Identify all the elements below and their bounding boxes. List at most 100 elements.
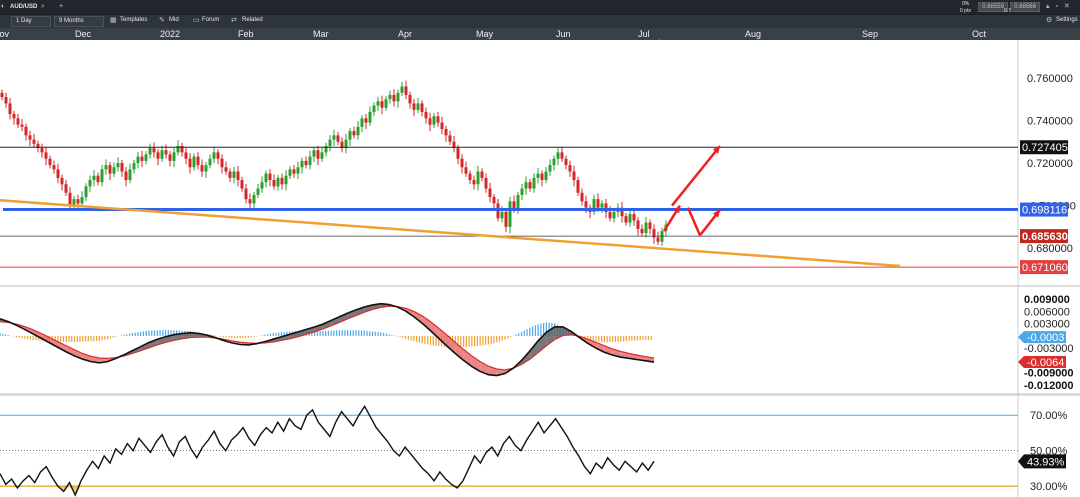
candle-up [500,211,504,219]
candle-up [368,111,372,123]
plus-icon[interactable]: + [59,0,63,14]
candle-up [388,94,392,100]
candle-down [28,135,32,140]
candle-down [392,94,396,102]
y-tick-label: 30.00% [1030,481,1068,493]
month-label: 2022 [160,29,181,39]
macd-chart[interactable]: 0.0090000.0060000.003000 -0.003000 -0.0090… [0,287,1080,395]
candle-up [384,99,388,108]
candle-down [280,177,284,185]
candle-down [436,116,440,123]
candle-up [600,203,604,208]
candle-up [88,180,92,187]
support-price-tag: 0.698116 [1022,205,1067,217]
candle-down [444,128,448,136]
candle-down [244,188,248,200]
chart-toolbar: 1 Day 9 Months ▦ Templates ✎ Mid ▭ Forum… [0,14,1080,28]
candle-down [64,184,68,193]
related-button[interactable]: Related [238,16,274,27]
interval-label: 1 Day [16,18,32,24]
candle-down [228,171,232,178]
candle-down [480,171,484,178]
bid-price: 0.68559 [982,4,1004,10]
y-tick-label: 70.00% [1030,410,1068,422]
interval-button[interactable]: 1 Day [11,16,51,27]
y-tick-label: -0.003000 [1024,343,1074,355]
candle-down [352,131,356,136]
candle-up [160,150,164,159]
current-price-tag: 0.685630 [1022,231,1068,243]
y-tick-label: -0.012000 [1024,380,1074,392]
ask-box[interactable]: 0.68566 [1010,2,1040,12]
candle-down [224,167,228,172]
rsi-chart[interactable]: 70.00%50.00%30.00%43.93% [0,395,1080,497]
candle-up [376,101,380,106]
candle-down [304,160,308,166]
candle-down [460,158,464,168]
candle-up [148,148,152,155]
candle-up [524,182,528,189]
low-line-price-tag: 0.671060 [1022,262,1068,274]
candle-up [92,175,96,181]
candle-down [412,103,416,110]
candle-down [484,177,488,189]
candle-up [208,158,212,166]
range-button[interactable]: 9 Months [54,16,104,27]
candle-down [580,192,584,202]
mid-button[interactable]: Mid [165,16,189,27]
candle-up [256,188,260,195]
candle-down [648,222,652,229]
candle-down [464,167,468,174]
candle-down [140,156,144,161]
candle-down [608,211,612,219]
candle-down [420,103,424,112]
candle-up [356,126,360,136]
candle-up [192,156,196,168]
price-chart[interactable]: 0.7600000.7400000.7200000.6800000.700000… [0,40,1080,287]
candle-down [268,173,272,181]
candle-down [152,148,156,153]
search-icon[interactable]: ⌕ [41,0,45,14]
y-tick-label: -0.009000 [1024,368,1074,380]
candle-up [116,163,120,168]
candle-down [468,173,472,181]
window-controls-icon[interactable]: ▴ ▫ ✕ [1046,0,1072,14]
candle-up [204,165,208,172]
candle-up [300,160,304,168]
candle-down [60,177,64,185]
candle-down [32,139,36,144]
range-label: 9 Months [59,18,84,24]
candle-up [276,177,280,187]
forum-button[interactable]: Forum [198,16,228,27]
candle-up [284,175,288,185]
candle-down [168,154,172,161]
settings-button[interactable]: Settings [1052,16,1080,27]
candle-down [404,86,408,95]
month-label: Sep [862,29,879,39]
month-label: Oct [972,29,987,39]
candle-down [636,220,640,229]
candle-up [104,165,108,170]
candle-down [440,122,444,129]
candle-up [144,154,148,161]
candle-up [476,171,480,185]
candle-up [372,105,376,112]
candle-down [584,201,588,208]
settings-label: Settings [1056,17,1078,23]
candle-down [188,158,192,168]
candle-down [216,152,220,159]
month-label: Jul [638,29,650,39]
pencil-icon: ✎ [159,17,165,24]
candle-up [328,139,332,146]
candle-up [172,152,176,161]
plot-background [0,40,1080,287]
y-tick-label: 0.740000 [1027,115,1073,127]
candle-down [408,94,412,104]
candle-down [96,175,100,183]
templates-button[interactable]: Templates [116,16,154,27]
candle-up [416,103,420,110]
app-menu-icon[interactable]: ◐ [1,0,5,14]
candle-up [548,165,552,172]
candle-down [240,180,244,189]
y-tick-label: 0.680000 [1027,243,1073,255]
